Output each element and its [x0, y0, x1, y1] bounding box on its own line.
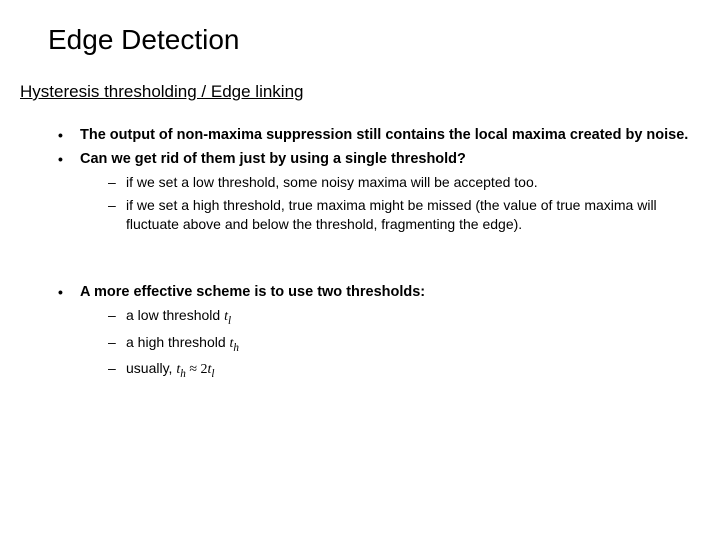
bullet-3-text: A more effective scheme is to use two th…: [80, 284, 425, 300]
bullet-2-sub-1: if we set a low threshold, some noisy ma…: [108, 173, 702, 193]
bullet-3-sublist: a low threshold tl a high threshold th u…: [80, 306, 702, 382]
bullet-2-text: Can we get rid of them just by using a s…: [80, 151, 466, 167]
slide: Edge Detection Hysteresis thresholding /…: [0, 0, 720, 540]
bullet-3: A more effective scheme is to use two th…: [58, 283, 702, 383]
bullet-2-sub-2: if we set a high threshold, true maxima …: [108, 196, 702, 235]
bullet-3-sub-1: a low threshold tl: [108, 306, 702, 329]
bullet-3-sub-2: a high threshold th: [108, 333, 702, 356]
b3s2-prefix: a high threshold: [126, 334, 230, 350]
bullet-1: The output of non-maxima suppression sti…: [58, 126, 702, 146]
b3s3-approx: ≈: [186, 362, 201, 377]
page-title: Edge Detection: [48, 24, 702, 56]
b3s3-tl-sub: l: [211, 368, 214, 380]
b3s3-prefix: usually,: [126, 360, 176, 376]
b3s1-prefix: a low threshold: [126, 307, 224, 323]
bullet-2: Can we get rid of them just by using a s…: [58, 150, 702, 235]
bullet-3-sub-3: usually, th ≈ 2tl: [108, 359, 702, 382]
bullet-list: The output of non-maxima suppression sti…: [18, 126, 702, 383]
section-subtitle: Hysteresis thresholding / Edge linking: [20, 82, 702, 102]
b3s1-sub: l: [228, 315, 231, 327]
b3s2-sub: h: [233, 342, 239, 354]
b3s3-two: 2: [201, 362, 208, 377]
bullet-2-sublist: if we set a low threshold, some noisy ma…: [80, 173, 702, 235]
